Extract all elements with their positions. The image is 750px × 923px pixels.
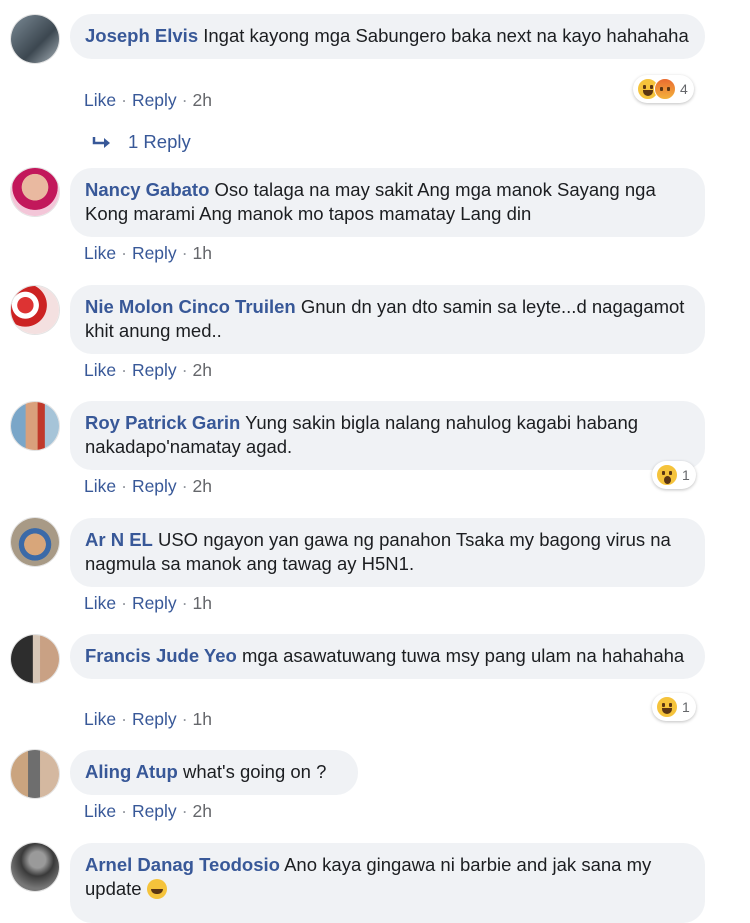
avatar[interactable] bbox=[10, 167, 60, 217]
avatar[interactable] bbox=[10, 749, 60, 799]
separator-dot: · bbox=[121, 243, 127, 263]
reply-link[interactable]: Reply bbox=[132, 90, 177, 110]
comment-bubble: Ar N EL USO ngayon yan gawa ng panahon T… bbox=[70, 518, 705, 587]
comment-actions: Like · Reply · 2h bbox=[84, 90, 212, 111]
like-link[interactable]: Like bbox=[84, 593, 116, 613]
comment-actions: Like · Reply · 2h bbox=[84, 801, 212, 822]
comment-actions: Like · Reply · 1h bbox=[84, 709, 212, 730]
separator-dot: · bbox=[181, 709, 188, 729]
separator-dot: · bbox=[121, 90, 127, 110]
reply-link[interactable]: Reply bbox=[132, 243, 177, 263]
separator-dot: · bbox=[181, 243, 188, 263]
like-link[interactable]: Like bbox=[84, 90, 116, 110]
avatar[interactable] bbox=[10, 285, 60, 335]
avatar[interactable] bbox=[10, 517, 60, 567]
timestamp[interactable]: 1h bbox=[193, 243, 212, 263]
reply-arrow-icon bbox=[92, 137, 110, 148]
comment-bubble: Francis Jude Yeo mga asawatuwang tuwa ms… bbox=[70, 634, 705, 679]
comment-bubble: Joseph Elvis Ingat kayong mga Sabungero … bbox=[70, 14, 705, 59]
separator-dot: · bbox=[121, 593, 127, 613]
angry-reaction-icon bbox=[654, 78, 676, 100]
comment-text: USO ngayon yan gawa ng panahon Tsaka my … bbox=[85, 529, 671, 574]
timestamp[interactable]: 1h bbox=[193, 709, 212, 729]
comment-actions: Like · Reply · 1h bbox=[84, 593, 212, 614]
separator-dot: · bbox=[121, 709, 127, 729]
timestamp[interactable]: 2h bbox=[193, 90, 212, 110]
reply-link[interactable]: Reply bbox=[132, 476, 177, 496]
reply-link[interactable]: Reply bbox=[132, 360, 177, 380]
comment-bubble: Nancy Gabato Oso talaga na may sakit Ang… bbox=[70, 168, 705, 237]
like-link[interactable]: Like bbox=[84, 360, 116, 380]
avatar[interactable] bbox=[10, 634, 60, 684]
timestamp[interactable]: 2h bbox=[193, 476, 212, 496]
author-name[interactable]: Aling Atup bbox=[85, 761, 178, 782]
comment-actions: Like · Reply · 2h bbox=[84, 476, 212, 497]
haha-reaction-icon bbox=[656, 696, 678, 718]
comment-bubble: Nie Molon Cinco Truilen Gnun dn yan dto … bbox=[70, 285, 705, 354]
comment-text: Ingat kayong mga Sabungero baka next na … bbox=[203, 25, 689, 46]
like-link[interactable]: Like bbox=[84, 243, 116, 263]
separator-dot: · bbox=[181, 476, 188, 496]
author-name[interactable]: Arnel Danag Teodosio bbox=[85, 854, 280, 875]
comment-text: what's going on ? bbox=[182, 761, 327, 782]
reply-link[interactable]: Reply bbox=[132, 593, 177, 613]
avatar[interactable] bbox=[10, 401, 60, 451]
separator-dot: · bbox=[181, 801, 188, 821]
timestamp[interactable]: 1h bbox=[193, 593, 212, 613]
replies-count-label: 1 Reply bbox=[128, 131, 191, 152]
like-link[interactable]: Like bbox=[84, 709, 116, 729]
author-name[interactable]: Ar N EL bbox=[85, 529, 153, 550]
comment-text: mga asawatuwang tuwa msy pang ulam na ha… bbox=[241, 645, 685, 666]
reactions-summary[interactable]: 1 bbox=[652, 461, 696, 489]
like-link[interactable]: Like bbox=[84, 801, 116, 821]
reaction-count: 4 bbox=[680, 81, 688, 97]
comment-bubble: Arnel Danag Teodosio Ano kaya gingawa ni… bbox=[70, 843, 705, 923]
separator-dot: · bbox=[121, 476, 127, 496]
separator-dot: · bbox=[121, 360, 127, 380]
author-name[interactable]: Francis Jude Yeo bbox=[85, 645, 237, 666]
author-name[interactable]: Nie Molon Cinco Truilen bbox=[85, 296, 296, 317]
reaction-count: 1 bbox=[682, 467, 690, 483]
separator-dot: · bbox=[181, 360, 188, 380]
view-replies-link[interactable]: 1 Reply bbox=[92, 131, 191, 153]
timestamp[interactable]: 2h bbox=[193, 801, 212, 821]
reply-link[interactable]: Reply bbox=[132, 801, 177, 821]
reactions-summary[interactable]: 1 bbox=[652, 693, 696, 721]
reply-link[interactable]: Reply bbox=[132, 709, 177, 729]
comment-bubble: Aling Atup what's going on ? bbox=[70, 750, 358, 795]
comment-actions: Like · Reply · 1h bbox=[84, 243, 212, 264]
timestamp[interactable]: 2h bbox=[193, 360, 212, 380]
comment-actions: Like · Reply · 2h bbox=[84, 360, 212, 381]
reactions-summary[interactable]: 4 bbox=[633, 75, 694, 103]
wow-reaction-icon bbox=[656, 464, 678, 486]
comment-bubble: Roy Patrick Garin Yung sakin bigla nalan… bbox=[70, 401, 705, 470]
avatar[interactable] bbox=[10, 14, 60, 64]
like-link[interactable]: Like bbox=[84, 476, 116, 496]
reaction-count: 1 bbox=[682, 699, 690, 715]
separator-dot: · bbox=[181, 90, 188, 110]
separator-dot: · bbox=[181, 593, 188, 613]
author-name[interactable]: Roy Patrick Garin bbox=[85, 412, 240, 433]
author-name[interactable]: Joseph Elvis bbox=[85, 25, 198, 46]
author-name[interactable]: Nancy Gabato bbox=[85, 179, 209, 200]
laughing-emoji-icon bbox=[146, 879, 167, 899]
separator-dot: · bbox=[121, 801, 127, 821]
avatar[interactable] bbox=[10, 842, 60, 892]
